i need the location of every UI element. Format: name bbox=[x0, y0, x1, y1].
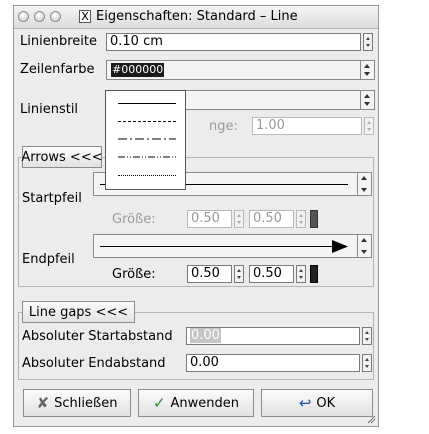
chevron-updown-icon bbox=[357, 173, 371, 195]
start-gap-label: Absoluter Startabstand bbox=[22, 329, 173, 344]
ok-button-label: OK bbox=[316, 395, 336, 411]
line-width-input[interactable]: 0.10 cm bbox=[106, 33, 361, 51]
start-arrow-width-input[interactable]: 0.50 bbox=[187, 210, 232, 228]
apply-button[interactable]: ✓ Anwenden bbox=[138, 389, 254, 417]
window-title: Eigenschaften: Standard – Line bbox=[96, 9, 298, 24]
title-bar: X Eigenschaften: Standard – Line bbox=[14, 6, 378, 29]
start-arrow-height-spinner[interactable] bbox=[296, 210, 306, 228]
end-gap-label: Absoluter Endabstand bbox=[22, 356, 166, 371]
line-color-combo[interactable]: #000000 bbox=[106, 60, 375, 80]
end-arrow-size-label: Größe: bbox=[112, 267, 156, 282]
end-arrow-width-input[interactable]: 0.50 bbox=[187, 265, 232, 283]
line-style-label: Linienstil bbox=[20, 102, 79, 117]
start-gap-selected-text: 0.00 bbox=[190, 328, 221, 343]
start-arrow-height-input[interactable]: 0.50 bbox=[249, 210, 294, 228]
end-arrow-combo[interactable] bbox=[93, 234, 372, 258]
line-width-label: Linienbreite bbox=[20, 34, 97, 49]
start-arrow-size-label: Größe: bbox=[112, 212, 156, 227]
line-style-option-dotted[interactable] bbox=[118, 175, 176, 176]
close-button-label: Schließen bbox=[54, 395, 118, 411]
end-arrow-width-spinner[interactable] bbox=[234, 265, 244, 283]
end-gap-input[interactable]: 0.00 bbox=[186, 354, 360, 372]
properties-window: X Eigenschaften: Standard – Line Linienb… bbox=[13, 5, 379, 427]
end-arrow-label: Endpfeil bbox=[22, 252, 75, 267]
maximize-window-button[interactable] bbox=[50, 11, 61, 22]
dash-length-label: nge: bbox=[209, 119, 238, 134]
close-button[interactable]: ✘ Schließen bbox=[23, 389, 131, 417]
line-color-swatch: #000000 bbox=[111, 63, 165, 77]
checkmark-icon: ✓ bbox=[152, 393, 166, 412]
ok-button[interactable]: ↩ OK bbox=[261, 389, 373, 417]
minimize-window-button[interactable] bbox=[34, 11, 45, 22]
end-arrow-height-input[interactable]: 0.50 bbox=[249, 265, 294, 283]
arrowhead-icon bbox=[332, 240, 348, 253]
line-gaps-toggle-button[interactable]: Line gaps <<< bbox=[22, 301, 135, 323]
start-arrow-link-toggle[interactable] bbox=[310, 210, 318, 228]
line-style-option-dashed[interactable] bbox=[118, 121, 176, 122]
resize-grip-icon[interactable] bbox=[366, 414, 376, 424]
line-style-dropdown bbox=[105, 90, 186, 190]
chevron-updown-icon bbox=[360, 91, 374, 109]
end-arrow-preview bbox=[100, 246, 338, 247]
dash-length-spinner[interactable] bbox=[364, 117, 374, 135]
line-width-spinner[interactable] bbox=[363, 33, 373, 51]
chevron-updown-icon bbox=[357, 235, 371, 257]
return-arrow-icon: ↩ bbox=[298, 393, 312, 412]
start-gap-spinner[interactable] bbox=[362, 327, 372, 345]
chevron-updown-icon bbox=[360, 61, 374, 79]
line-color-label: Zeilenfarbe bbox=[20, 62, 95, 77]
start-gap-input[interactable]: 0.00 bbox=[186, 327, 360, 345]
start-arrow-label: Startpfeil bbox=[22, 191, 82, 206]
end-gap-spinner[interactable] bbox=[362, 354, 372, 372]
start-arrow-width-spinner[interactable] bbox=[234, 210, 244, 228]
end-arrow-height-spinner[interactable] bbox=[296, 265, 306, 283]
line-style-option-solid[interactable] bbox=[118, 103, 176, 104]
app-icon: X bbox=[79, 10, 91, 23]
end-arrow-link-toggle[interactable] bbox=[310, 265, 318, 283]
close-window-button[interactable] bbox=[18, 11, 29, 22]
apply-button-label: Anwenden bbox=[170, 395, 240, 411]
arrows-toggle-button[interactable]: Arrows <<< bbox=[21, 146, 103, 168]
broom-icon: ✘ bbox=[36, 393, 50, 412]
dash-length-input[interactable]: 1.00 bbox=[252, 117, 362, 135]
